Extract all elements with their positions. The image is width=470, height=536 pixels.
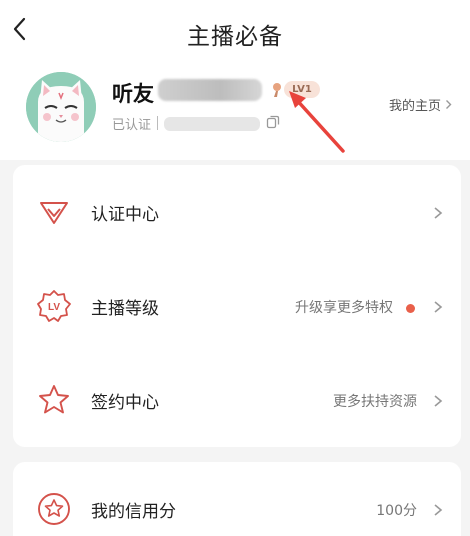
my-homepage-link[interactable]: 我的主页 [389,95,452,114]
menu-item-label: 认证中心 [91,205,159,225]
chevron-right-icon [434,504,443,516]
star-badge-icon [39,385,69,414]
menu-item-certification[interactable]: 认证中心 [13,165,461,259]
anchor-menu-card: 认证中心 LV 主播等级 升级享更多特权 签约中心 更多扶持资源 [13,165,461,447]
user-name: 听友 [112,82,154,106]
menu-item-extra: 更多扶持资源 [333,394,417,410]
chevron-right-icon [434,207,443,219]
divider [157,116,158,130]
chevron-right-icon [434,395,443,407]
chevron-right-icon [434,301,443,313]
redacted-name [158,79,262,101]
menu-item-anchor-level[interactable]: LV 主播等级 升级享更多特权 [13,259,461,353]
my-homepage-label: 我的主页 [388,99,441,114]
menu-item-label: 主播等级 [91,299,159,319]
verified-label: 已认证 [112,118,152,133]
menu-item-contract-center[interactable]: 签约中心 更多扶持资源 [13,353,461,447]
svg-text:LV: LV [48,302,60,313]
credit-score-value: 100分 [376,503,417,519]
cat-avatar-icon [26,72,96,142]
menu-item-label: 签约中心 [91,393,159,413]
credit-card: 我的信用分 100分 [13,462,461,536]
star-circle-icon [38,493,70,525]
annotation-arrow-icon [289,91,345,153]
redacted-id [164,117,260,131]
profile-header-area: 主播必备 听友 LV1 已认证 我的主页 [0,0,470,160]
page-title: 主播必备 [187,24,283,50]
lv-badge-icon: LV [37,290,71,322]
diamond-badge-icon [40,202,68,224]
menu-item-extra: 升级享更多特权 [295,300,393,316]
avatar[interactable] [26,72,96,142]
menu-item-label: 我的信用分 [91,502,176,522]
menu-item-credit-score[interactable]: 我的信用分 100分 [13,462,461,536]
chevron-right-icon [446,100,452,109]
copy-icon[interactable] [266,115,280,129]
notification-dot [406,304,415,313]
